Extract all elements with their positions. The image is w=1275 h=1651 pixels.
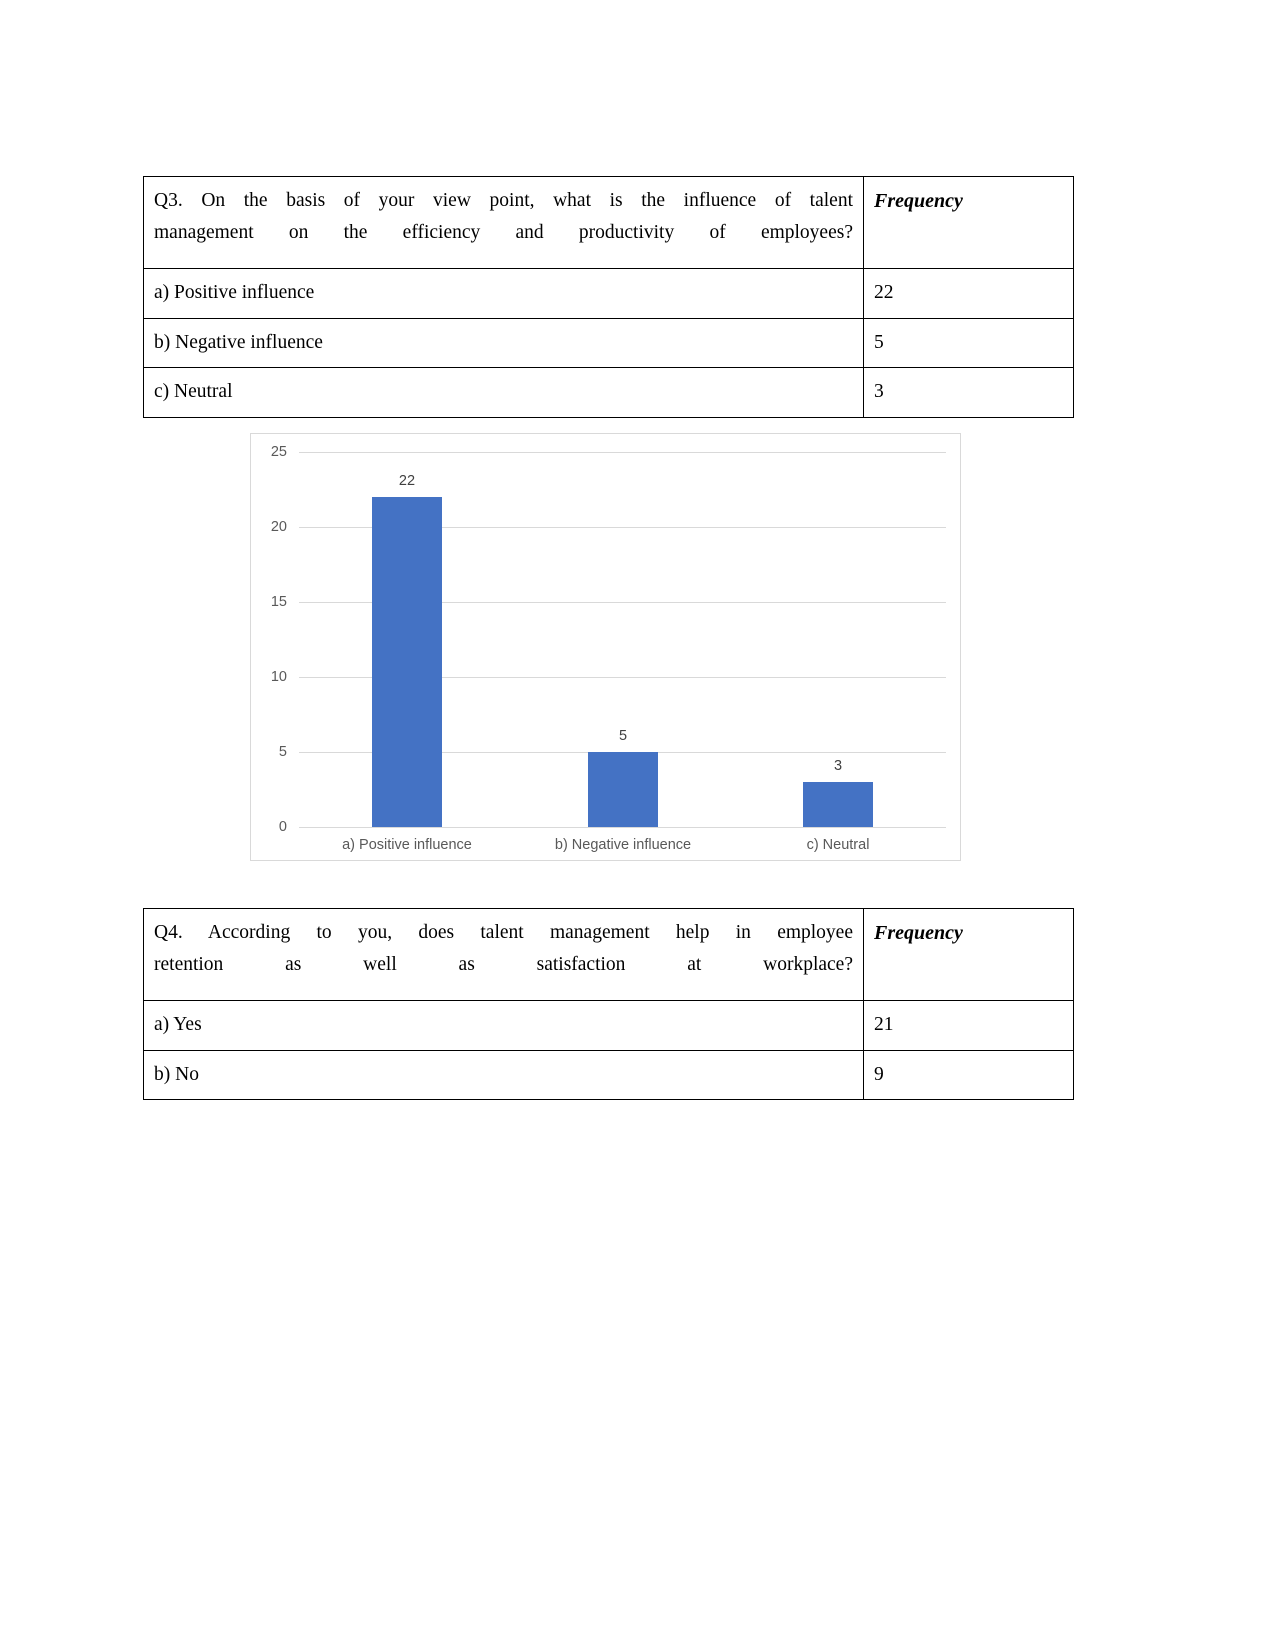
chart-y-axis-tick-label: 15 — [270, 594, 287, 610]
chart-y-axis-tick-label: 20 — [270, 519, 287, 535]
q4-option-a-label: a) Yes — [143, 1000, 864, 1051]
chart-y-axis-tick-label: 25 — [270, 444, 287, 460]
q4-option-a-frequency: 21 — [863, 1000, 1074, 1051]
q4-frequency-header: Frequency — [863, 908, 1074, 1001]
chart-y-axis-tick-label: 0 — [278, 819, 287, 835]
chart-y-axis-tick-label: 5 — [278, 744, 287, 760]
chart-bar-value-label: 3 — [833, 758, 843, 774]
chart-bar-value-label: 22 — [398, 473, 416, 489]
q4-question-line-1: Q4. According to you, does talent manage… — [154, 922, 853, 943]
chart-x-axis-category-label: b) Negative influence — [554, 837, 692, 853]
chart-x-axis-category-label: c) Neutral — [806, 837, 870, 853]
q3-option-a-label: a) Positive influence — [143, 268, 864, 319]
chart-bar[interactable] — [372, 497, 442, 827]
q3-option-c-label: c) Neutral — [143, 367, 864, 418]
chart-plot-area: 0 5 10 15 20 25 22 a) Positive influence 5 b) Neg… — [251, 434, 960, 860]
table-row: b) No 9 — [143, 1049, 1074, 1101]
q3-bar-chart: 0 5 10 15 20 25 22 a) Positive influence 5 b) Neg… — [250, 433, 961, 861]
q3-option-b-frequency: 5 — [863, 317, 1074, 369]
chart-bar[interactable] — [803, 782, 873, 827]
table-row: a) Positive influence 22 — [143, 268, 1074, 319]
table-row: b) Negative influence 5 — [143, 317, 1074, 369]
q3-option-a-frequency: 22 — [863, 268, 1074, 319]
q3-table: Q3. On the basis of your view point, wha… — [143, 176, 1074, 418]
q3-question-line-2: management on the efficiency and product… — [154, 221, 853, 243]
q3-question-cell: Q3. On the basis of your view point, wha… — [143, 176, 864, 269]
q3-question-line-1: Q3. On the basis of your view point, wha… — [154, 190, 853, 211]
chart-bar-value-label: 5 — [618, 728, 628, 744]
table-row: a) Yes 21 — [143, 1000, 1074, 1051]
q4-table: Q4. According to you, does talent manage… — [143, 908, 1074, 1101]
table-row: Q4. According to you, does talent manage… — [143, 908, 1074, 1001]
chart-bar[interactable] — [588, 752, 658, 827]
q3-frequency-header: Frequency — [863, 176, 1074, 269]
q4-option-b-frequency: 9 — [863, 1049, 1074, 1101]
q3-option-b-label: b) Negative influence — [143, 317, 864, 369]
table-row: c) Neutral 3 — [143, 367, 1074, 418]
chart-gridline — [299, 827, 946, 828]
q4-question-cell: Q4. According to you, does talent manage… — [143, 908, 864, 1001]
chart-x-axis-category-label: a) Positive influence — [342, 837, 472, 853]
q4-question-line-2: retention as well as satisfaction at wor… — [154, 953, 853, 975]
q4-option-b-label: b) No — [143, 1049, 864, 1101]
chart-y-axis-tick-label: 10 — [270, 669, 287, 685]
chart-gridline — [299, 452, 946, 453]
q3-option-c-frequency: 3 — [863, 367, 1074, 418]
document-page: Q3. On the basis of your view point, wha… — [0, 0, 1275, 1651]
table-row: Q3. On the basis of your view point, wha… — [143, 176, 1074, 269]
